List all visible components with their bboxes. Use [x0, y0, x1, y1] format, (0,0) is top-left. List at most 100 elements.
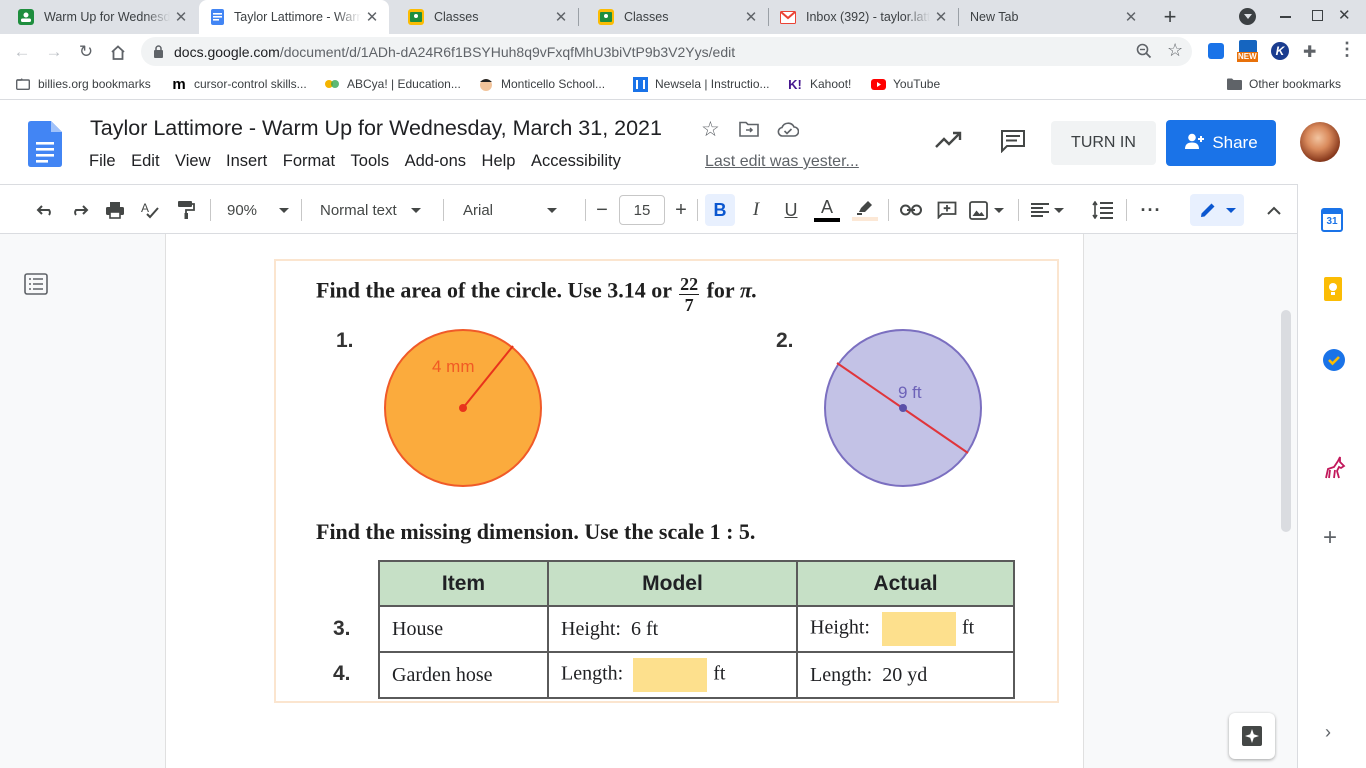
- answer-blank[interactable]: [633, 658, 708, 692]
- bookmark-star-icon[interactable]: ☆: [1167, 40, 1183, 61]
- bold-button[interactable]: B: [705, 194, 735, 226]
- font-select[interactable]: Arial: [455, 197, 577, 223]
- italic-button[interactable]: I: [743, 197, 769, 223]
- more-options-icon[interactable]: ···: [1138, 197, 1164, 223]
- extensions-puzzle-icon[interactable]: ✚: [1303, 42, 1316, 62]
- zoom-select[interactable]: 90%: [219, 197, 294, 223]
- tab-gmail-inbox[interactable]: Inbox (392) - taylor.lattimore ✕: [770, 0, 958, 34]
- highlight-color-button[interactable]: [851, 197, 879, 223]
- new-tab-icon[interactable]: +: [1158, 5, 1182, 29]
- bookmark-kahoot[interactable]: K! Kahoot!: [787, 76, 851, 92]
- tab-new-tab[interactable]: New Tab ✕: [960, 0, 1148, 34]
- restore-icon[interactable]: [1312, 10, 1323, 21]
- tab-classes-1[interactable]: Classes ✕: [390, 0, 578, 34]
- pi-symbol: π.: [739, 277, 758, 303]
- model-unit: ft: [713, 662, 726, 685]
- font-size-input[interactable]: 15: [619, 195, 665, 225]
- bookmark-billies[interactable]: billies.org bookmarks: [15, 76, 151, 92]
- expand-panel-chevron-icon[interactable]: ›: [1325, 722, 1331, 743]
- vertical-scrollbar[interactable]: [1281, 310, 1291, 532]
- close-icon[interactable]: ✕: [550, 8, 572, 26]
- tab-search-icon[interactable]: [1239, 8, 1256, 25]
- decrease-font-size-icon[interactable]: −: [590, 197, 614, 223]
- spellcheck-icon[interactable]: A: [138, 197, 162, 223]
- bookmark-label: Monticello School...: [501, 77, 606, 91]
- keep-icon[interactable]: [1322, 277, 1344, 308]
- menu-view[interactable]: View: [175, 152, 210, 171]
- actual-unit: ft: [962, 616, 975, 639]
- bookmark-label: Kahoot!: [810, 77, 852, 91]
- move-folder-icon[interactable]: [739, 121, 759, 142]
- last-edit-link[interactable]: Last edit was yester...: [705, 153, 859, 171]
- close-icon[interactable]: ✕: [361, 8, 383, 26]
- editing-mode-button[interactable]: [1190, 194, 1244, 226]
- extension-globe-icon[interactable]: [1208, 43, 1224, 59]
- address-bar[interactable]: docs.google.com/document/d/1ADh-dA24R6f1…: [141, 37, 1192, 66]
- comments-icon[interactable]: [1000, 129, 1026, 158]
- other-bookmarks[interactable]: Other bookmarks: [1226, 76, 1341, 92]
- close-icon[interactable]: ✕: [930, 8, 952, 26]
- lock-icon[interactable]: [153, 45, 164, 63]
- add-comment-icon[interactable]: [934, 197, 960, 223]
- unicorn-addon-icon[interactable]: [1322, 456, 1346, 485]
- close-icon[interactable]: ✕: [740, 8, 762, 26]
- insert-image-button[interactable]: [969, 197, 1009, 223]
- zoom-icon[interactable]: [1136, 43, 1152, 64]
- tab-taylor-lattimore[interactable]: Taylor Lattimore - Warm Up ✕: [199, 0, 389, 34]
- window-close-icon[interactable]: ✕: [1338, 6, 1351, 24]
- menu-accessibility[interactable]: Accessibility: [531, 152, 621, 171]
- answer-blank[interactable]: [882, 612, 956, 646]
- bookmark-monticello[interactable]: Monticello School...: [478, 76, 605, 92]
- menu-tools[interactable]: Tools: [351, 152, 390, 171]
- menu-edit[interactable]: Edit: [131, 152, 159, 171]
- document-title[interactable]: Taylor Lattimore - Warm Up for Wednesday…: [90, 116, 662, 141]
- bookmark-cursor-control[interactable]: m cursor-control skills...: [171, 76, 306, 93]
- tasks-icon[interactable]: [1322, 348, 1346, 377]
- bookmark-abcya[interactable]: ABCya! | Education...: [324, 76, 461, 92]
- menu-format[interactable]: Format: [283, 152, 335, 171]
- share-button[interactable]: Share: [1166, 120, 1276, 166]
- cloud-saved-icon[interactable]: [777, 121, 800, 142]
- activity-trend-icon[interactable]: [935, 131, 962, 153]
- print-icon[interactable]: [103, 197, 127, 223]
- back-arrow-icon[interactable]: ←: [10, 40, 34, 64]
- minimize-icon[interactable]: [1280, 16, 1291, 18]
- increase-font-size-icon[interactable]: +: [669, 197, 693, 223]
- calendar-icon[interactable]: 31: [1321, 208, 1343, 232]
- avatar[interactable]: [1300, 122, 1340, 162]
- star-icon[interactable]: ☆: [701, 117, 720, 142]
- undo-icon[interactable]: [33, 197, 57, 223]
- line-spacing-icon[interactable]: [1090, 197, 1116, 223]
- menu-help[interactable]: Help: [482, 152, 516, 171]
- url-text[interactable]: docs.google.com/document/d/1ADh-dA24R6f1…: [174, 44, 735, 60]
- forward-arrow-icon[interactable]: →: [42, 40, 66, 64]
- bookmark-newsela[interactable]: Newsela | Instructio...: [632, 76, 770, 92]
- explore-button[interactable]: [1229, 713, 1275, 759]
- paint-format-icon[interactable]: [174, 197, 198, 223]
- paragraph-style-select[interactable]: Normal text: [312, 197, 436, 223]
- home-icon[interactable]: [106, 40, 130, 64]
- close-icon[interactable]: ✕: [1120, 8, 1142, 26]
- extension-news-icon[interactable]: NEW: [1237, 40, 1259, 62]
- tab-classes-2[interactable]: Classes ✕: [580, 0, 768, 34]
- worksheet-image[interactable]: Find the area of the circle. Use 3.14 or…: [274, 259, 1059, 703]
- extension-k-icon[interactable]: K: [1271, 42, 1289, 60]
- bookmark-youtube[interactable]: YouTube: [870, 76, 940, 92]
- menu-file[interactable]: File: [89, 152, 116, 171]
- text-color-button[interactable]: A: [813, 197, 841, 223]
- add-addon-icon[interactable]: +: [1323, 526, 1337, 550]
- docs-logo-icon[interactable]: [28, 121, 62, 172]
- browser-menu-icon[interactable]: ⋮: [1338, 39, 1356, 60]
- close-icon[interactable]: ✕: [170, 8, 192, 26]
- tab-warm-up[interactable]: Warm Up for Wednesday ✕: [0, 0, 198, 34]
- insert-link-icon[interactable]: [898, 197, 924, 223]
- reload-icon[interactable]: ↻: [74, 40, 98, 64]
- collapse-menus-icon[interactable]: [1262, 197, 1286, 223]
- menu-add-ons[interactable]: Add-ons: [405, 152, 466, 171]
- redo-icon[interactable]: [68, 197, 92, 223]
- underline-button[interactable]: U: [778, 197, 804, 223]
- document-outline-icon[interactable]: [24, 273, 48, 300]
- align-button[interactable]: [1030, 197, 1070, 223]
- menu-insert[interactable]: Insert: [226, 152, 267, 171]
- turn-in-button[interactable]: TURN IN: [1051, 121, 1156, 165]
